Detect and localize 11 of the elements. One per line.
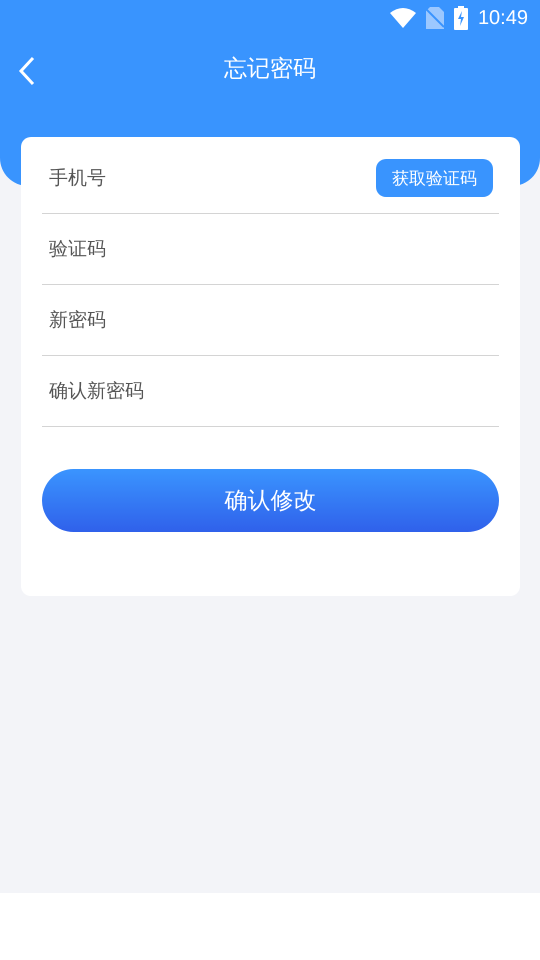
page-title: 忘记密码 (224, 54, 316, 84)
input-field[interactable]: 确认新密码 (49, 380, 493, 402)
wifi-icon (390, 8, 416, 28)
battery-icon (454, 6, 468, 30)
input-field[interactable]: 新密码 (49, 309, 493, 331)
status-time: 10:49 (478, 6, 528, 30)
no-sim-icon (426, 7, 444, 29)
input-field[interactable]: 手机号 (49, 167, 376, 189)
input-field[interactable]: 验证码 (49, 238, 493, 260)
submit-button[interactable]: 确认修改 (42, 469, 499, 532)
get-code-button[interactable]: 获取验证码 (376, 159, 493, 197)
